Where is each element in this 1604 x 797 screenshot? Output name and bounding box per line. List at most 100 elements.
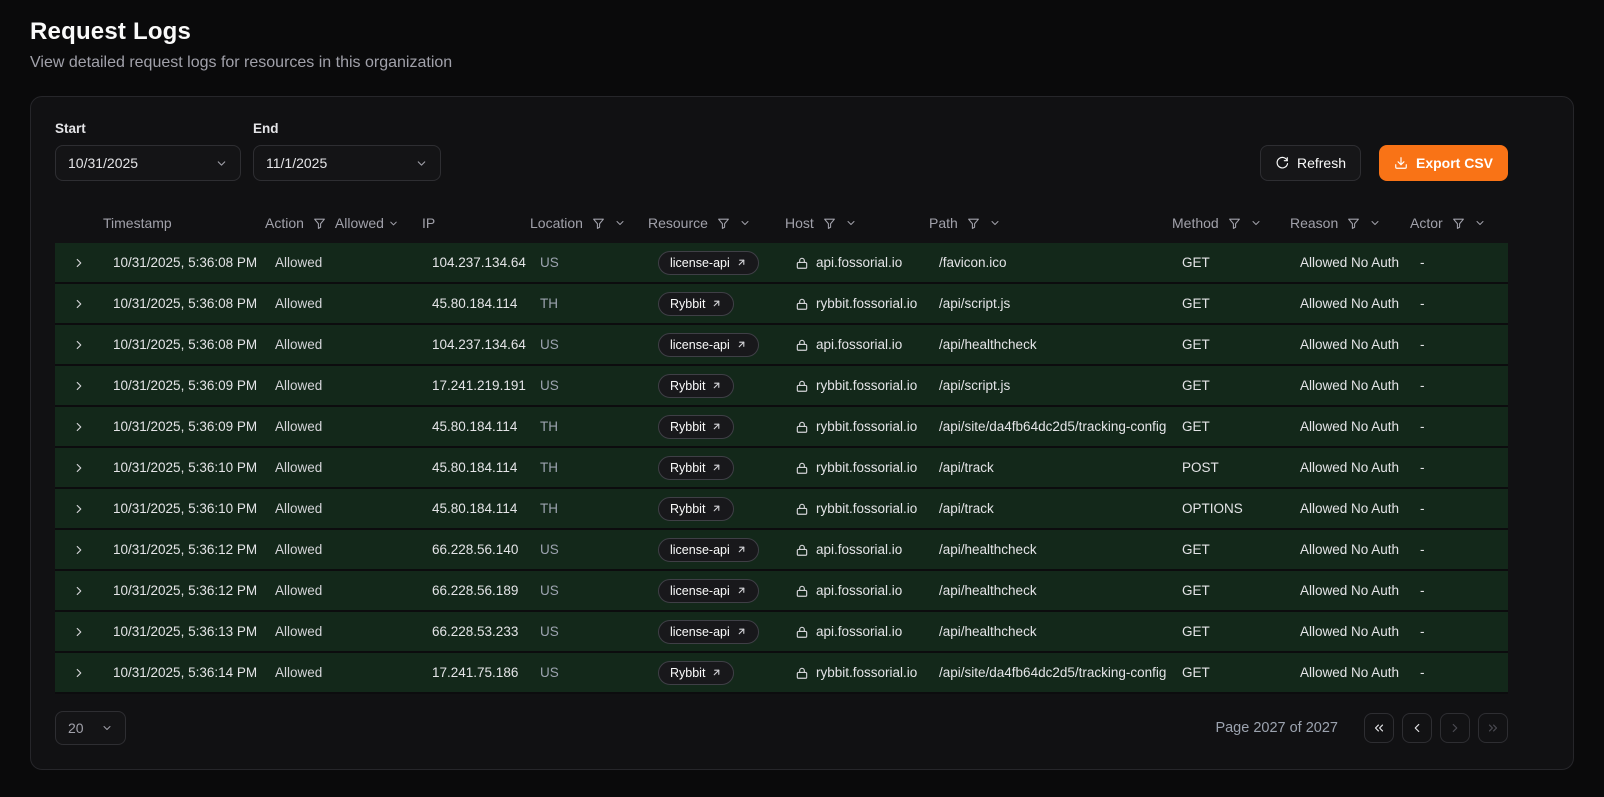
- chevron-right-icon: [72, 502, 86, 516]
- external-link-icon: [711, 462, 722, 473]
- expand-row-button[interactable]: [68, 539, 90, 561]
- expand-row-button[interactable]: [68, 293, 90, 315]
- chevron-down-icon[interactable]: [989, 217, 1001, 229]
- path-cell: /api/healthcheck: [929, 337, 1172, 352]
- chevrons-right-icon: [1486, 721, 1500, 735]
- end-date-select[interactable]: 11/1/2025: [253, 145, 441, 181]
- resource-badge[interactable]: Rybbit: [658, 661, 734, 685]
- first-page-button[interactable]: [1364, 713, 1394, 743]
- filter-icon[interactable]: [823, 217, 836, 230]
- chevron-down-icon: [215, 157, 228, 170]
- filter-icon[interactable]: [313, 217, 326, 230]
- actor-cell: -: [1410, 542, 1508, 557]
- table-row[interactable]: 10/31/2025, 5:36:10 PM Allowed 45.80.184…: [55, 448, 1508, 489]
- col-ip: IP: [422, 215, 530, 231]
- table-row[interactable]: 10/31/2025, 5:36:08 PM Allowed 104.237.1…: [55, 325, 1508, 366]
- expand-row-button[interactable]: [68, 457, 90, 479]
- path-cell: /api/script.js: [929, 378, 1172, 393]
- filter-icon[interactable]: [717, 217, 730, 230]
- method-cell: GET: [1172, 378, 1290, 393]
- resource-name: license-api: [670, 543, 730, 557]
- external-link-icon: [711, 503, 722, 514]
- expand-row-button[interactable]: [68, 252, 90, 274]
- last-page-button[interactable]: [1478, 713, 1508, 743]
- resource-badge[interactable]: license-api: [658, 251, 759, 275]
- host-cell: api.fossorial.io: [816, 337, 902, 352]
- host-cell: rybbit.fossorial.io: [816, 296, 917, 311]
- chevron-right-icon: [72, 379, 86, 393]
- external-link-icon: [711, 298, 722, 309]
- filter-icon[interactable]: [592, 217, 605, 230]
- pagination: [1364, 713, 1508, 743]
- actor-cell: -: [1410, 501, 1508, 516]
- resource-badge[interactable]: Rybbit: [658, 374, 734, 398]
- path-cell: /api/healthcheck: [929, 583, 1172, 598]
- reason-cell: Allowed No Auth: [1290, 255, 1410, 270]
- host-cell: api.fossorial.io: [816, 255, 902, 270]
- resource-badge[interactable]: license-api: [658, 538, 759, 562]
- timestamp-cell: 10/31/2025, 5:36:08 PM: [103, 337, 265, 352]
- expand-row-button[interactable]: [68, 416, 90, 438]
- export-csv-button[interactable]: Export CSV: [1379, 145, 1508, 181]
- chevron-down-icon[interactable]: [739, 217, 751, 229]
- ip-cell: 45.80.184.114: [422, 501, 530, 516]
- table-row[interactable]: 10/31/2025, 5:36:08 PM Allowed 45.80.184…: [55, 284, 1508, 325]
- actor-cell: -: [1410, 665, 1508, 680]
- location-cell: US: [530, 378, 648, 393]
- chevron-down-icon[interactable]: [1474, 217, 1486, 229]
- prev-page-button[interactable]: [1402, 713, 1432, 743]
- action-cell: Allowed: [265, 665, 422, 680]
- reason-cell: Allowed No Auth: [1290, 665, 1410, 680]
- timestamp-cell: 10/31/2025, 5:36:09 PM: [103, 419, 265, 434]
- location-cell: US: [530, 583, 648, 598]
- filter-icon[interactable]: [1452, 217, 1465, 230]
- actor-cell: -: [1410, 255, 1508, 270]
- resource-name: Rybbit: [670, 461, 705, 475]
- expand-row-button[interactable]: [68, 375, 90, 397]
- ip-cell: 66.228.53.233: [422, 624, 530, 639]
- table-row[interactable]: 10/31/2025, 5:36:08 PM Allowed 104.237.1…: [55, 243, 1508, 284]
- action-filter-dropdown[interactable]: Allowed: [335, 215, 399, 231]
- resource-badge[interactable]: Rybbit: [658, 415, 734, 439]
- start-date-value: 10/31/2025: [68, 155, 138, 171]
- page-size-select[interactable]: 20: [55, 711, 126, 745]
- expand-row-button[interactable]: [68, 334, 90, 356]
- expand-row-button[interactable]: [68, 621, 90, 643]
- chevron-down-icon[interactable]: [1250, 217, 1262, 229]
- table-row[interactable]: 10/31/2025, 5:36:13 PM Allowed 66.228.53…: [55, 612, 1508, 653]
- action-cell: Allowed: [265, 583, 422, 598]
- filter-icon[interactable]: [967, 217, 980, 230]
- expand-row-button[interactable]: [68, 498, 90, 520]
- table-row[interactable]: 10/31/2025, 5:36:12 PM Allowed 66.228.56…: [55, 530, 1508, 571]
- resource-badge[interactable]: license-api: [658, 620, 759, 644]
- resource-badge[interactable]: license-api: [658, 579, 759, 603]
- col-location: Location: [530, 215, 648, 231]
- resource-badge[interactable]: license-api: [658, 333, 759, 357]
- table-row[interactable]: 10/31/2025, 5:36:09 PM Allowed 45.80.184…: [55, 407, 1508, 448]
- resource-badge[interactable]: Rybbit: [658, 497, 734, 521]
- chevron-down-icon[interactable]: [1369, 217, 1381, 229]
- table-row[interactable]: 10/31/2025, 5:36:12 PM Allowed 66.228.56…: [55, 571, 1508, 612]
- table-row[interactable]: 10/31/2025, 5:36:10 PM Allowed 45.80.184…: [55, 489, 1508, 530]
- refresh-button[interactable]: Refresh: [1260, 145, 1361, 181]
- chevron-down-icon[interactable]: [845, 217, 857, 229]
- expand-row-button[interactable]: [68, 662, 90, 684]
- table-row[interactable]: 10/31/2025, 5:36:14 PM Allowed 17.241.75…: [55, 653, 1508, 694]
- resource-badge[interactable]: Rybbit: [658, 292, 734, 316]
- next-page-button[interactable]: [1440, 713, 1470, 743]
- filter-icon[interactable]: [1228, 217, 1241, 230]
- expand-row-button[interactable]: [68, 580, 90, 602]
- resource-name: Rybbit: [670, 666, 705, 680]
- actor-cell: -: [1410, 296, 1508, 311]
- lock-icon: [795, 297, 809, 311]
- resource-badge[interactable]: Rybbit: [658, 456, 734, 480]
- table-row[interactable]: 10/31/2025, 5:36:09 PM Allowed 17.241.21…: [55, 366, 1508, 407]
- external-link-icon: [711, 380, 722, 391]
- actor-cell: -: [1410, 378, 1508, 393]
- start-date-select[interactable]: 10/31/2025: [55, 145, 241, 181]
- actor-cell: -: [1410, 419, 1508, 434]
- filter-icon[interactable]: [1347, 217, 1360, 230]
- chevron-down-icon[interactable]: [614, 217, 626, 229]
- host-cell: rybbit.fossorial.io: [816, 419, 917, 434]
- method-cell: GET: [1172, 255, 1290, 270]
